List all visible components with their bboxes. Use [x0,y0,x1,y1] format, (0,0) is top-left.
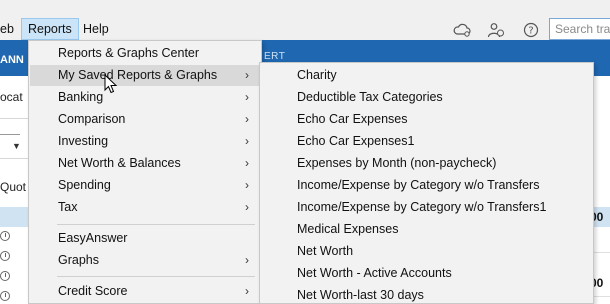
people-icon[interactable] [487,22,505,38]
chevron-right-icon: › [245,134,249,148]
menu-separator [57,224,255,225]
menu-item-label: EasyAnswer [58,231,128,245]
bg-selected-row[interactable] [0,207,30,227]
menu-item-banking[interactable]: Banking › [30,87,260,108]
help-icon[interactable]: ? [522,22,540,38]
bg-label-quote: Quot [0,180,27,194]
menu-help[interactable]: Help [77,18,115,40]
chevron-right-icon: › [245,90,249,104]
chevron-right-icon: › [245,156,249,170]
reports-dropdown-menu: Reports & Graphs Center My Saved Reports… [28,40,262,304]
clock-icon [0,231,10,241]
submenu-item-charity[interactable]: Charity [261,64,592,86]
menu-item-easyanswer[interactable]: EasyAnswer [30,228,260,249]
menu-item-label: Reports & Graphs Center [58,46,200,60]
chevron-right-icon: › [245,284,249,298]
menu-separator [57,276,255,277]
menu-item-label: Credit Score [58,284,128,298]
clock-icon [0,291,10,301]
menu-reports[interactable]: Reports [21,18,79,40]
submenu-item-net-worth-30-days[interactable]: Net Worth-last 30 days [261,284,592,304]
menu-item-label: Spending [58,178,111,192]
menu-item-label: Investing [58,134,109,148]
chevron-right-icon: › [245,253,249,267]
menu-item-my-saved-reports[interactable]: My Saved Reports & Graphs › [30,65,260,86]
submenu-item-medical-expenses[interactable]: Medical Expenses [261,218,592,240]
menu-item-investing[interactable]: Investing › [30,131,260,152]
chevron-right-icon: › [245,112,249,126]
menu-item-label: Net Worth & Balances [58,156,181,170]
submenu-item-net-worth-active[interactable]: Net Worth - Active Accounts [261,262,592,284]
submenu-item-deductible-tax[interactable]: Deductible Tax Categories [261,86,592,108]
submenu-item-echo-car-expenses1[interactable]: Echo Car Expenses1 [261,130,592,152]
svg-text:?: ? [528,26,533,37]
menu-item-label: Graphs [58,253,99,267]
submenu-item-echo-car-expenses[interactable]: Echo Car Expenses [261,108,592,130]
submenu-item-expenses-by-month[interactable]: Expenses by Month (non-paycheck) [261,152,592,174]
chevron-right-icon: › [245,68,249,82]
chevron-right-icon: › [245,178,249,192]
saved-reports-submenu: Charity Deductible Tax Categories Echo C… [259,62,594,304]
submenu-item-income-expense1[interactable]: Income/Expense by Category w/o Transfers… [261,196,592,218]
cloud-sync-icon[interactable] [453,22,471,38]
menu-item-spending[interactable]: Spending › [30,175,260,196]
menu-item-reports-graphs-center[interactable]: Reports & Graphs Center [30,43,260,64]
menubar: eb Reports Help ? Search tran [0,0,610,40]
bg-divider [0,118,30,119]
chevron-down-icon[interactable]: ▼ [12,141,21,151]
mouse-cursor-icon [104,74,118,94]
menu-item-tax[interactable]: Tax › [30,197,260,218]
bg-dropdown-border [0,134,20,135]
submenu-item-income-expense[interactable]: Income/Expense by Category w/o Transfers [261,174,592,196]
clock-icon [0,251,10,261]
menu-item-label: Comparison [58,112,126,126]
band-title-fragment: ANN [0,54,24,66]
submenu-item-net-worth[interactable]: Net Worth [261,240,592,262]
search-input[interactable]: Search tran [549,18,610,40]
bg-label-location: ocat [0,90,23,104]
chevron-right-icon: › [245,200,249,214]
menu-item-comparison[interactable]: Comparison › [30,109,260,130]
menu-file-partial[interactable]: eb [0,18,20,40]
band-alert-fragment: ERT [264,51,286,62]
bg-divider [0,158,30,159]
menu-item-label: Tax [58,200,78,214]
clock-icon [0,271,10,281]
menu-item-label: Banking [58,90,104,104]
menu-item-net-worth-balances[interactable]: Net Worth & Balances › [30,153,260,174]
menu-item-label: My Saved Reports & Graphs [58,68,218,82]
menu-item-credit-score[interactable]: Credit Score › [30,281,260,302]
menu-item-graphs[interactable]: Graphs › [30,250,260,271]
